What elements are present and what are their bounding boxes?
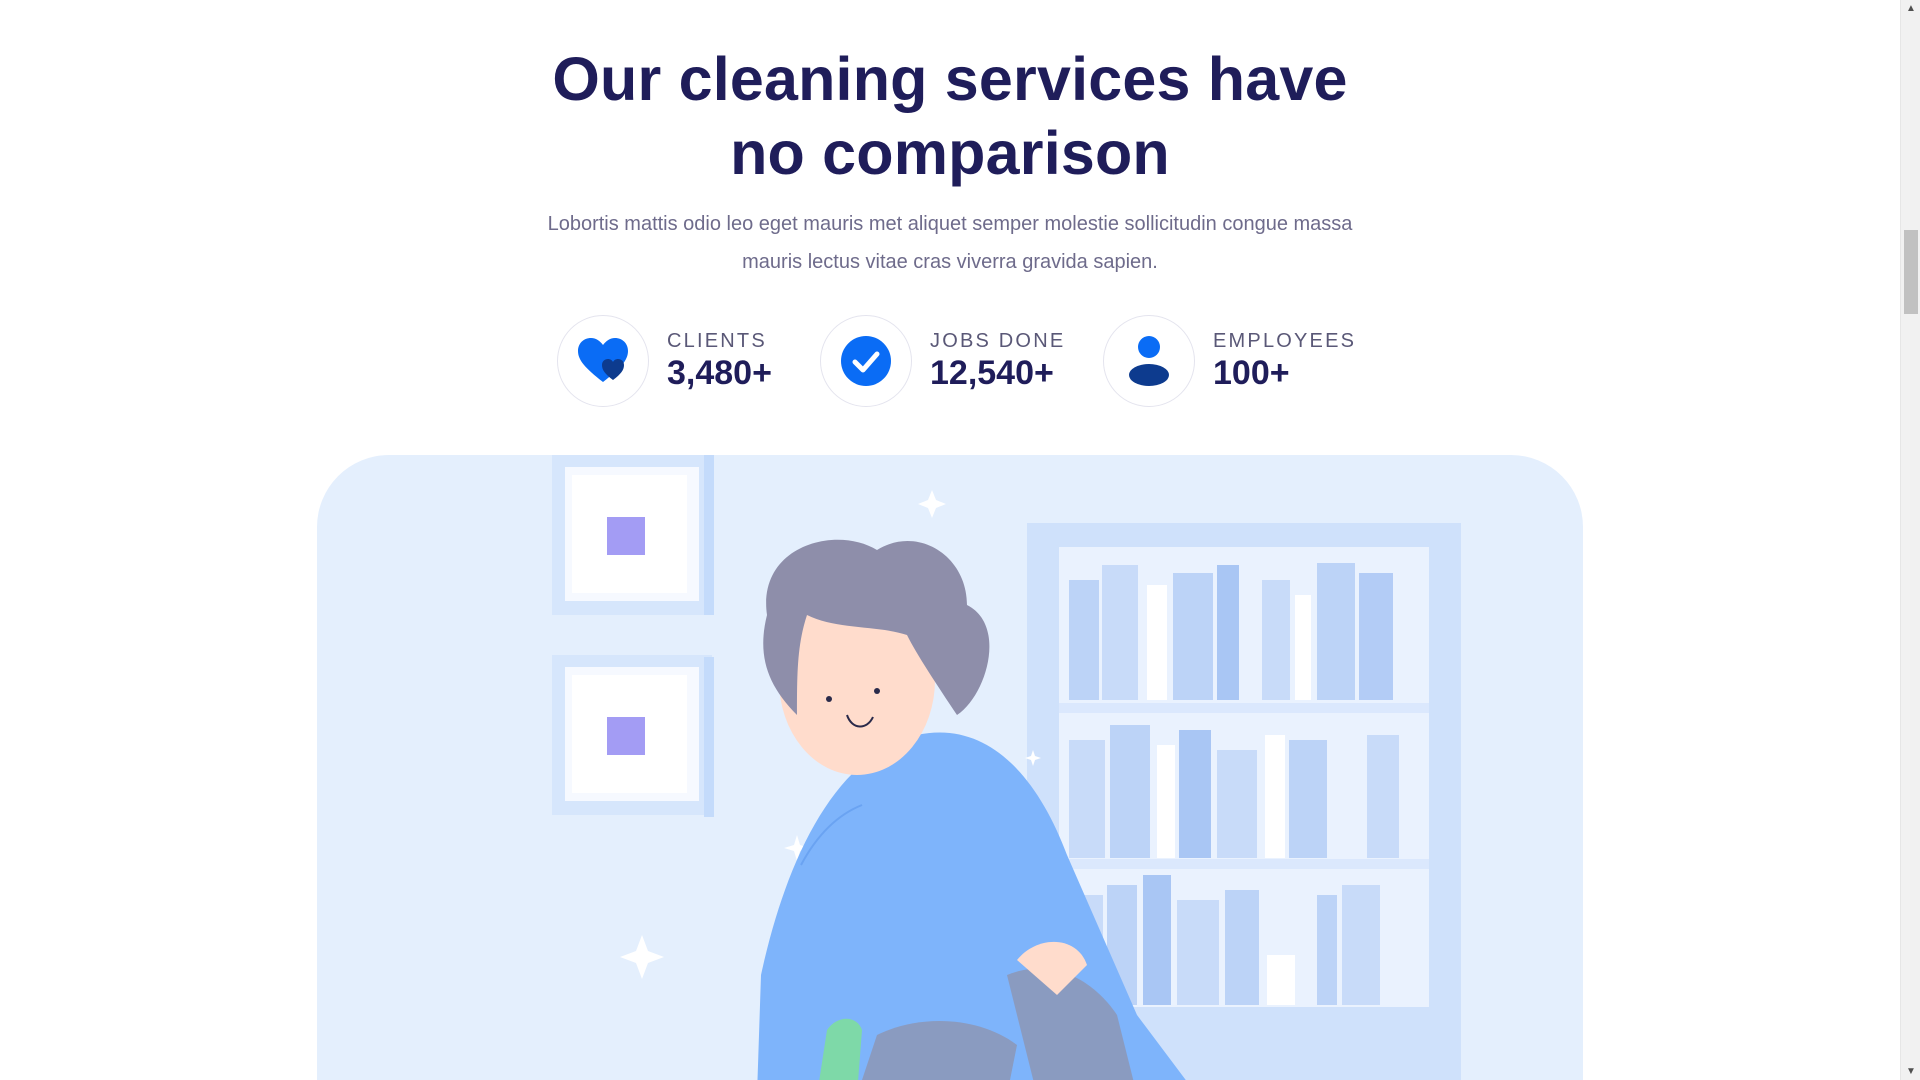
scroll-down-arrow-icon[interactable]: ▼ [1901,1063,1920,1080]
heart-icon [578,338,628,382]
stat-clients: CLIENTS 3,480+ [557,315,772,407]
section-heading: Our cleaning services have no comparison [0,42,1900,190]
picture-frame-icon [552,655,714,817]
stat-value: 3,480+ [667,354,772,392]
stats-row: CLIENTS 3,480+ JOBS DONE 12,540+ EMPLOYE… [0,315,1900,407]
check-circle-icon [841,336,891,386]
stat-label: JOBS DONE [930,330,1066,352]
vertical-scrollbar[interactable]: ▲ ▼ [1900,0,1920,1080]
section-description: Lobortis mattis odio leo eget mauris met… [547,213,1353,273]
stat-jobs-done: JOBS DONE 12,540+ [820,315,1065,407]
person-icon [1129,336,1169,386]
stat-value: 12,540+ [930,354,1054,392]
stat-icon-circle [1103,315,1195,407]
heading-line-2: no comparison [730,119,1170,187]
scrollbar-thumb[interactable] [1904,230,1918,314]
stat-employees: EMPLOYEES 100+ [1103,315,1356,407]
cleaning-illustration [317,455,1583,1080]
stat-label: EMPLOYEES [1213,330,1357,352]
heading-line-1: Our cleaning services have [552,45,1348,113]
picture-frame-icon [552,455,714,615]
page: Our cleaning services have no comparison… [0,0,1900,1080]
scroll-up-arrow-icon[interactable]: ▲ [1901,0,1920,17]
stat-value: 100+ [1213,354,1290,392]
stat-label: CLIENTS [667,330,767,352]
stat-icon-circle [557,315,649,407]
cleaning-scene-image [552,455,1461,1080]
stat-icon-circle [820,315,912,407]
